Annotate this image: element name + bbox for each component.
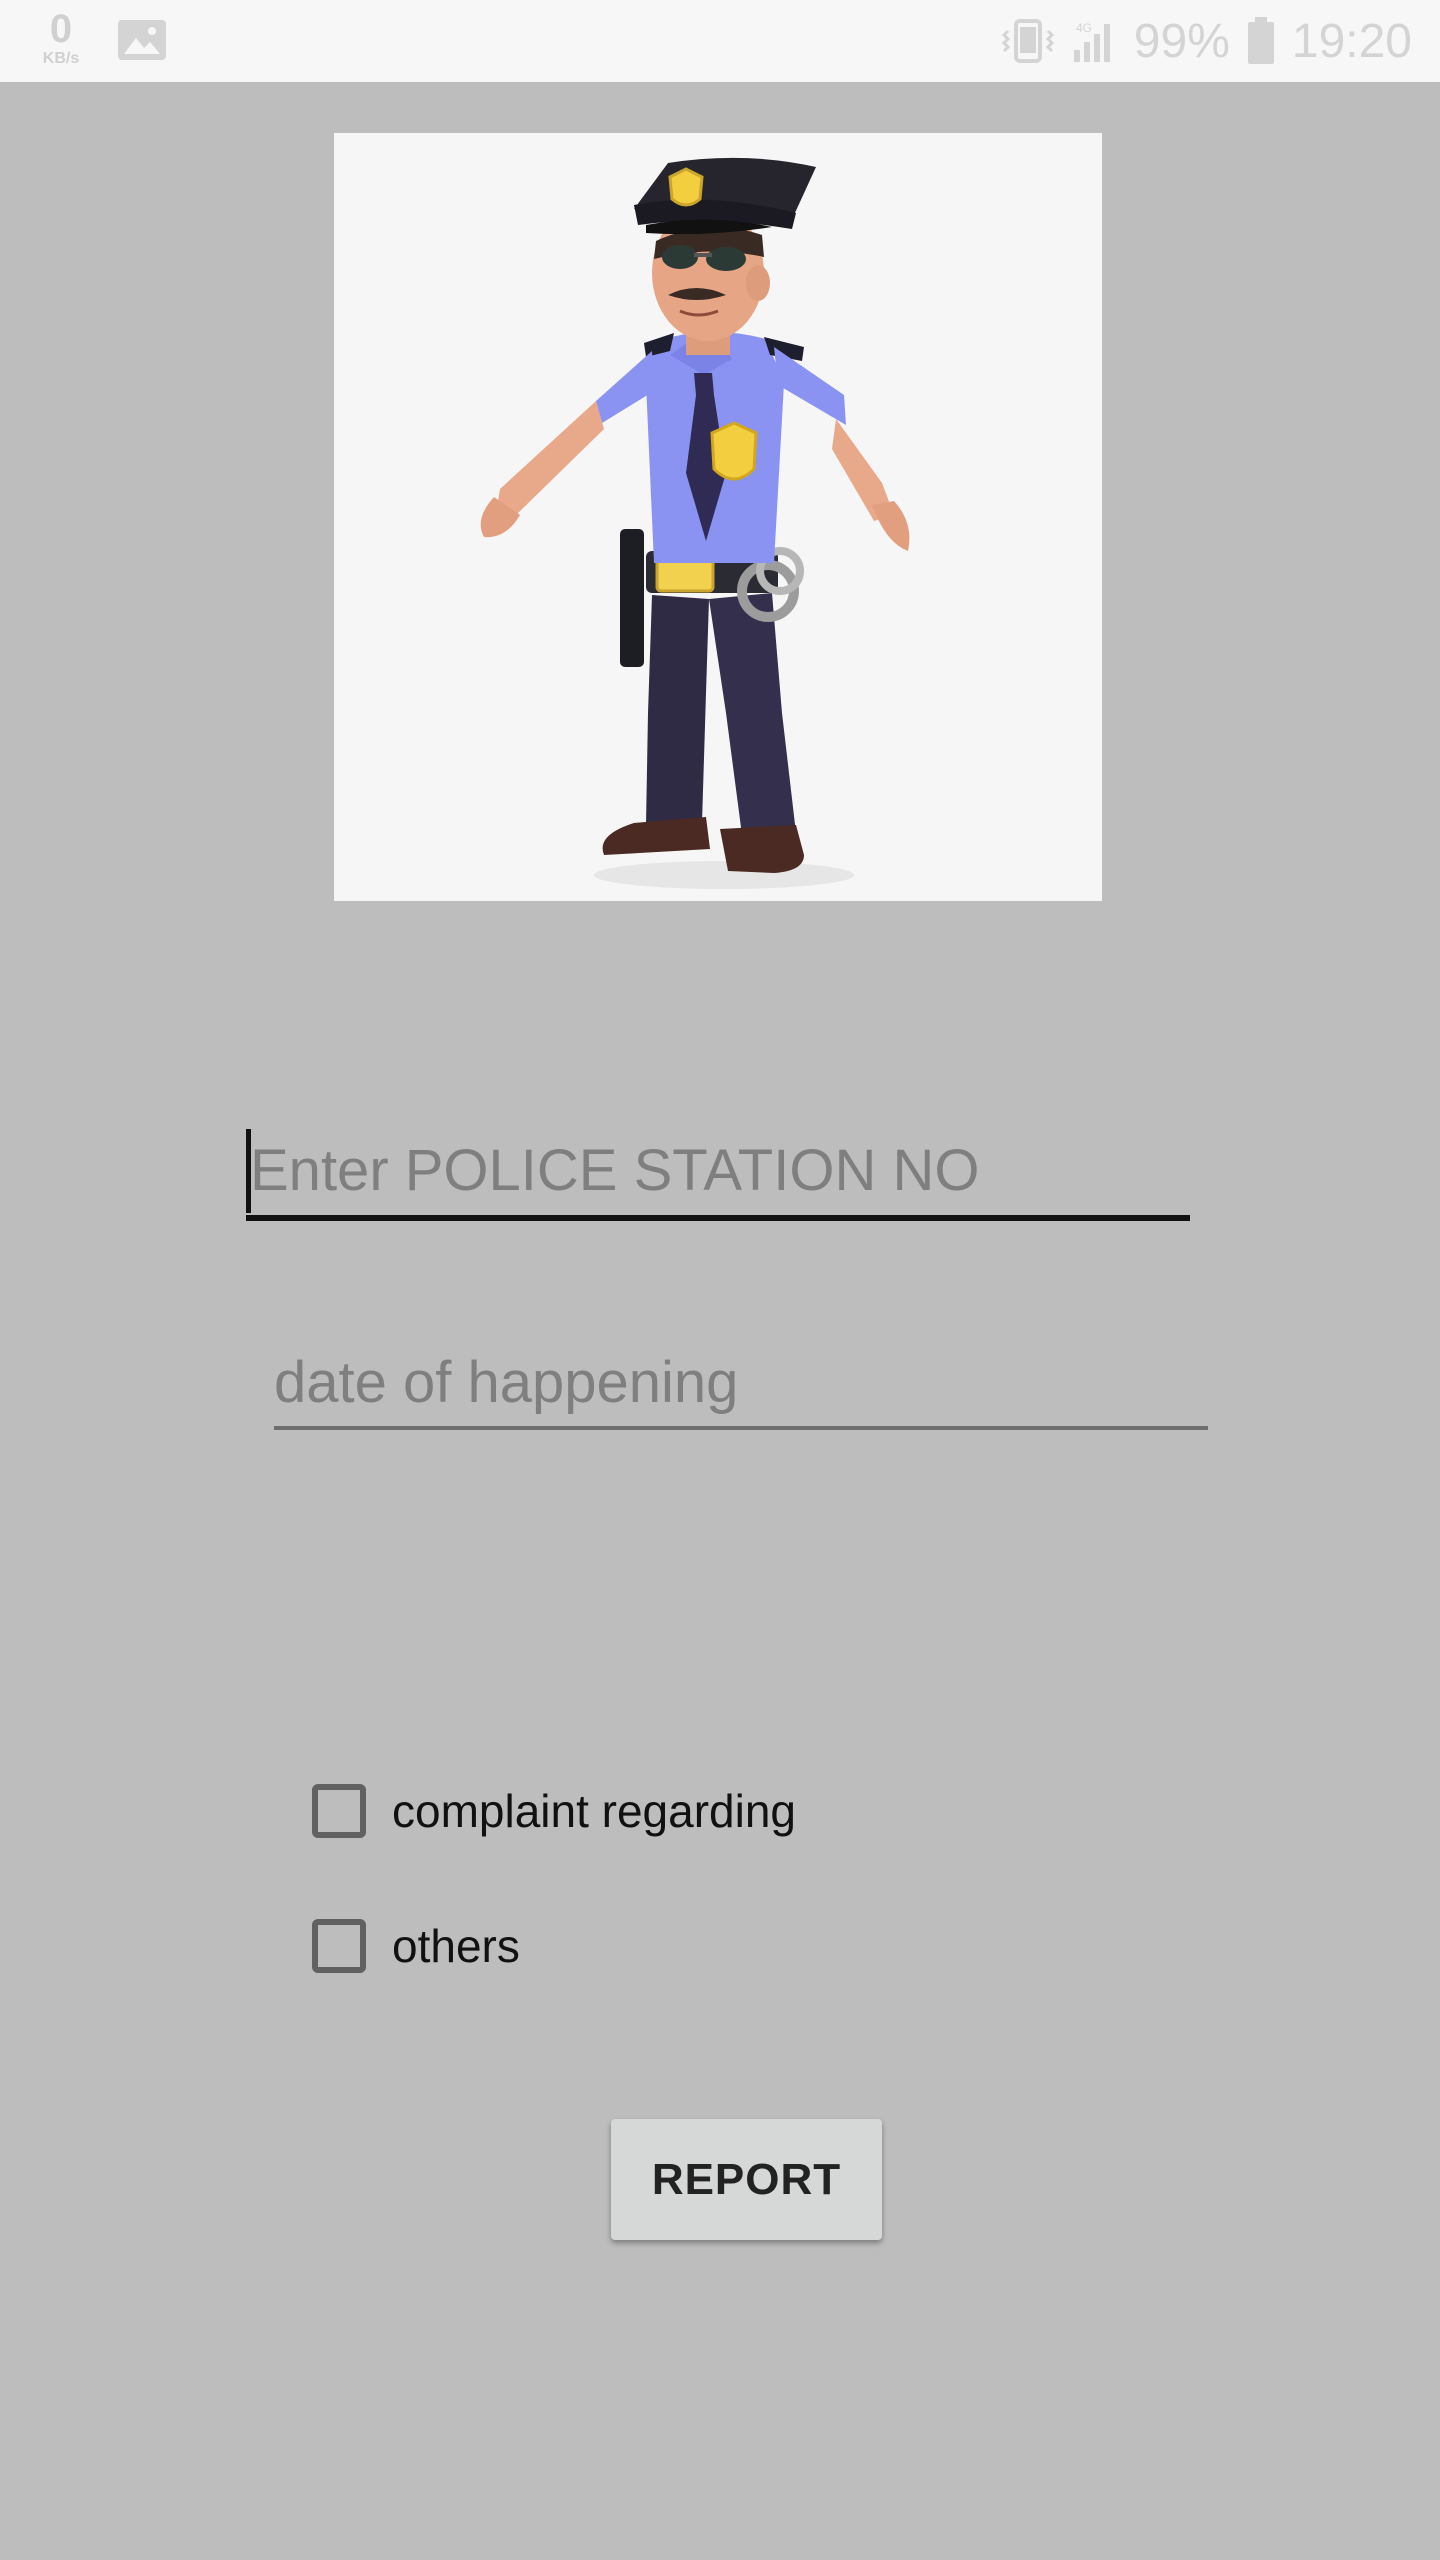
- net-speed-indicator: 0 KB/s: [28, 8, 94, 70]
- date-of-happening-input[interactable]: [274, 1338, 1208, 1426]
- signal-icon: 4G: [1073, 18, 1118, 64]
- checkbox-others[interactable]: others: [310, 1913, 520, 1979]
- svg-text:4G: 4G: [1076, 21, 1092, 35]
- image-notification-icon: [118, 20, 166, 60]
- text-cursor: [246, 1129, 251, 1213]
- police-station-input[interactable]: [246, 1125, 1190, 1215]
- police-officer-image: [334, 133, 1102, 901]
- checkbox-icon[interactable]: [312, 1919, 366, 1973]
- police-station-underline: [246, 1215, 1190, 1221]
- status-bar: 0 KB/s 4G 99% 19:20: [0, 0, 1440, 82]
- net-speed-value: 0: [49, 7, 73, 51]
- checkbox-label[interactable]: complaint regarding: [392, 1784, 796, 1838]
- battery-percentage: 99%: [1133, 14, 1230, 68]
- checkbox-icon[interactable]: [312, 1784, 366, 1838]
- battery-icon: [1246, 17, 1276, 65]
- date-field[interactable]: [274, 1338, 1208, 1432]
- net-speed-unit: KB/s: [42, 50, 80, 67]
- police-station-field[interactable]: [246, 1125, 1190, 1221]
- status-right-group: 4G 99% 19:20: [998, 0, 1412, 82]
- vibrate-icon: [998, 17, 1058, 65]
- report-button[interactable]: REPORT: [611, 2119, 882, 2240]
- checkbox-complaint-regarding[interactable]: complaint regarding: [310, 1778, 796, 1844]
- checkbox-label[interactable]: others: [392, 1919, 520, 1973]
- date-underline: [274, 1426, 1208, 1430]
- status-time: 19:20: [1291, 14, 1412, 68]
